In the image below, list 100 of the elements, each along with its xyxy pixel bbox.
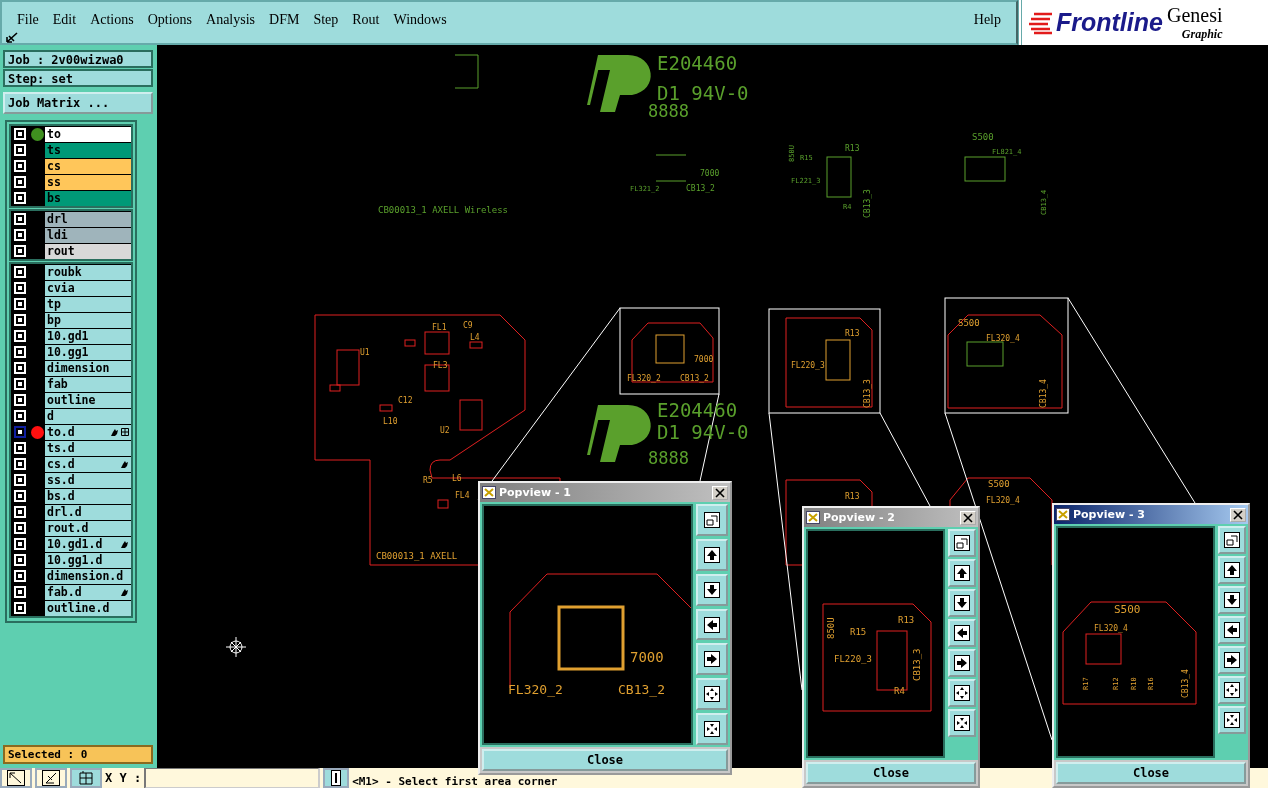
close-button[interactable]: Close bbox=[806, 762, 976, 784]
layer-selector[interactable] bbox=[14, 426, 26, 438]
layer-name[interactable]: fab bbox=[45, 376, 131, 392]
zoom-in-icon bbox=[1223, 681, 1241, 699]
component-outline bbox=[557, 605, 625, 671]
layer-label: to.d bbox=[47, 425, 76, 439]
view-tool-button[interactable] bbox=[948, 589, 976, 617]
move-right-icon bbox=[953, 654, 971, 672]
layer-name[interactable]: 10.gd1 bbox=[45, 328, 131, 344]
layer-name[interactable]: drl.d bbox=[45, 504, 131, 520]
view-tool-button[interactable] bbox=[948, 679, 976, 707]
layer-name[interactable]: ts.d bbox=[45, 440, 131, 456]
view-tool-button[interactable] bbox=[696, 713, 728, 745]
close-button[interactable] bbox=[712, 485, 728, 500]
board-label: 8888 bbox=[648, 448, 689, 468]
angle-icon bbox=[42, 770, 60, 786]
layer-name[interactable]: outline.d bbox=[45, 600, 131, 616]
layer-name[interactable]: to bbox=[45, 126, 131, 142]
layer-name[interactable]: 10.gg1 bbox=[45, 344, 131, 360]
menu-item[interactable]: Actions bbox=[83, 11, 141, 28]
layer-name[interactable]: dimension bbox=[45, 360, 131, 376]
menu-item[interactable]: Windows bbox=[386, 11, 454, 28]
view-tool-button[interactable] bbox=[1218, 676, 1246, 704]
layer-name[interactable]: ldi bbox=[45, 227, 131, 243]
logo-subtitle: Graphic bbox=[1181, 26, 1223, 42]
view-tool-button[interactable] bbox=[696, 504, 728, 536]
board-label: L6 bbox=[452, 474, 462, 483]
view-tool-button[interactable] bbox=[696, 538, 728, 571]
view-tool-button[interactable] bbox=[1218, 646, 1246, 674]
help-menu[interactable]: Help bbox=[966, 11, 1008, 28]
tool-button[interactable] bbox=[323, 768, 350, 788]
zoom-in-icon bbox=[953, 684, 971, 702]
board-label: CB13_3 bbox=[863, 379, 872, 408]
layer-name[interactable]: rout.d bbox=[45, 520, 131, 536]
layer-name[interactable]: 10.gg1.d bbox=[45, 552, 131, 568]
menu-item[interactable]: Options bbox=[140, 11, 200, 28]
view-tool-button[interactable] bbox=[1218, 526, 1246, 554]
layer-name[interactable]: tp bbox=[45, 296, 131, 312]
board-label: FL320_4 bbox=[986, 334, 1020, 343]
layer-status-dot bbox=[31, 425, 44, 439]
component-outline bbox=[825, 339, 851, 381]
layer-name[interactable]: drl bbox=[45, 211, 131, 227]
view-tool-button[interactable] bbox=[948, 529, 976, 557]
layer-name[interactable]: bs bbox=[45, 190, 131, 206]
view-tool-button[interactable] bbox=[948, 709, 976, 737]
board-label: R13 bbox=[845, 329, 860, 338]
logo-brand: Frontline bbox=[1056, 8, 1163, 37]
view-tool-button[interactable] bbox=[948, 649, 976, 677]
hand-icon bbox=[120, 539, 129, 549]
close-button[interactable] bbox=[1230, 507, 1246, 522]
layer-name[interactable]: bs.d bbox=[45, 488, 131, 504]
menu-item[interactable]: Step bbox=[306, 11, 346, 28]
layer-name[interactable]: bp bbox=[45, 312, 131, 328]
board-label: 7000 bbox=[630, 649, 664, 665]
layer-name[interactable]: dimension.d bbox=[45, 568, 131, 584]
view-tool-button[interactable] bbox=[1218, 556, 1246, 584]
menu-item[interactable]: DFM bbox=[262, 11, 307, 28]
hand-icon bbox=[110, 427, 119, 437]
view-tool-button[interactable] bbox=[1218, 616, 1246, 644]
menu-item[interactable]: Edit bbox=[45, 11, 84, 28]
layer-name[interactable]: 10.gd1.d bbox=[45, 536, 131, 552]
view-tool-button[interactable] bbox=[696, 643, 728, 676]
view-tool-button[interactable] bbox=[696, 608, 728, 641]
menu-item[interactable]: File bbox=[10, 11, 46, 28]
menu-item[interactable]: Analysis bbox=[199, 11, 263, 28]
tool-button[interactable] bbox=[70, 768, 102, 788]
layer-name[interactable]: outline bbox=[45, 392, 131, 408]
view-tool-button[interactable] bbox=[1218, 706, 1246, 734]
move-right-icon bbox=[703, 650, 721, 669]
close-button[interactable] bbox=[960, 510, 976, 525]
layer-name[interactable]: roubk bbox=[45, 264, 131, 280]
layer-name[interactable]: fab.d bbox=[45, 584, 131, 600]
view-tool-button[interactable] bbox=[696, 573, 728, 606]
board-label: R13 bbox=[898, 615, 915, 625]
tool-button[interactable] bbox=[0, 768, 32, 788]
job-matrix-button[interactable]: Job Matrix ... bbox=[3, 92, 153, 114]
close-button[interactable]: Close bbox=[1056, 762, 1246, 784]
board-label: FL4 bbox=[455, 491, 470, 500]
layer-name[interactable]: d bbox=[45, 408, 131, 424]
menu-item[interactable]: Rout bbox=[345, 11, 387, 28]
view-tool-button[interactable] bbox=[696, 678, 728, 711]
layer-name[interactable]: cvia bbox=[45, 280, 131, 296]
layer-name[interactable]: cs bbox=[45, 158, 131, 174]
board-label: C12 bbox=[398, 396, 413, 405]
board-label: D1 94V-0 bbox=[657, 82, 749, 104]
logo-product: Genesi bbox=[1166, 3, 1223, 27]
layer-name[interactable]: ss bbox=[45, 174, 131, 190]
close-button[interactable]: Close bbox=[482, 749, 728, 771]
view-tool-button[interactable] bbox=[1218, 586, 1246, 614]
board-label: S500 bbox=[988, 479, 1010, 489]
board-label: CB13_3 bbox=[912, 648, 922, 681]
layer-name[interactable]: rout bbox=[45, 243, 131, 259]
layer-name[interactable]: ss.d bbox=[45, 472, 131, 488]
coordinate-field[interactable] bbox=[144, 767, 321, 788]
layer-name[interactable]: to.d bbox=[45, 424, 131, 440]
view-tool-button[interactable] bbox=[948, 619, 976, 647]
tool-button[interactable] bbox=[35, 768, 67, 788]
layer-name[interactable]: cs.d bbox=[45, 456, 131, 472]
layer-name[interactable]: ts bbox=[45, 142, 131, 158]
view-tool-button[interactable] bbox=[948, 559, 976, 587]
